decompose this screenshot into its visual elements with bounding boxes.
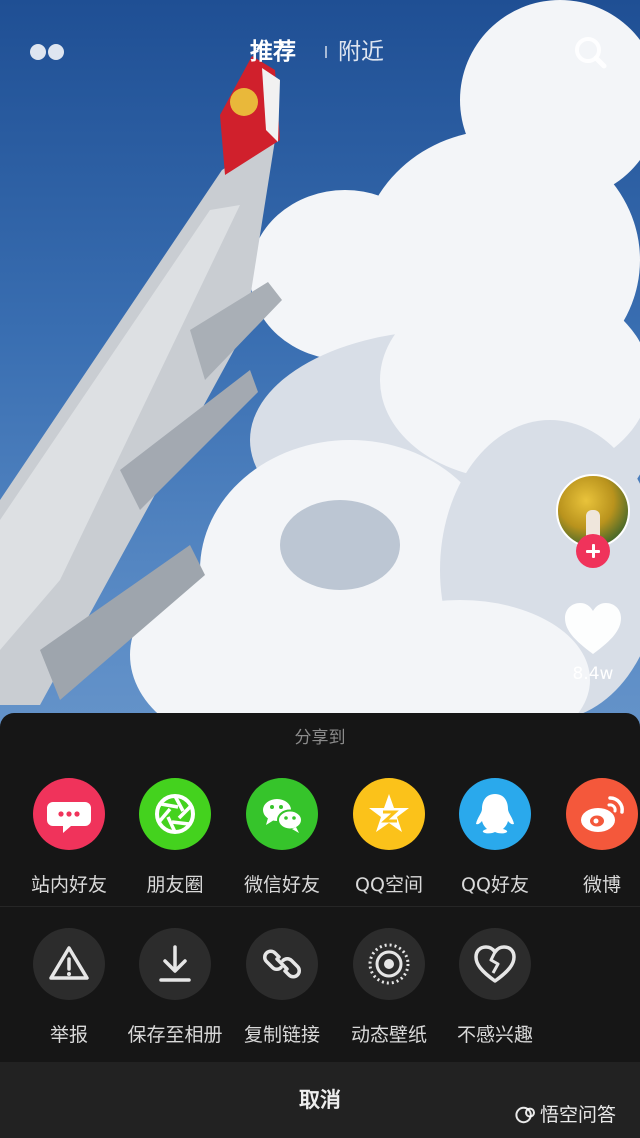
sheet-divider	[0, 906, 640, 907]
share-target-label: QQ好友	[461, 874, 529, 896]
follow-plus-button[interactable]	[576, 534, 610, 568]
share-sheet-title: 分享到	[294, 728, 346, 748]
live-wallpaper-icon	[353, 928, 425, 1000]
action-label: 动态壁纸	[350, 1024, 427, 1046]
action-not-interested[interactable]: 不感兴趣	[440, 928, 550, 1047]
share-target-label: QQ空间	[355, 874, 423, 896]
share-target-wechat-friends[interactable]: 微信好友	[227, 778, 337, 897]
weibo-icon	[566, 778, 638, 850]
action-label: 举报	[49, 1024, 88, 1046]
tab-divider	[325, 46, 327, 58]
action-report[interactable]: 举报	[14, 928, 124, 1047]
wechat-icon	[246, 778, 318, 850]
aperture-icon	[139, 778, 211, 850]
top-bar: 推荐 附近	[0, 0, 640, 104]
action-live-wallpaper[interactable]: 动态壁纸	[334, 928, 444, 1047]
author-avatar-group	[556, 474, 630, 568]
action-save-to-album[interactable]: 保存至相册	[120, 928, 230, 1047]
share-target-weibo[interactable]: 微博	[547, 778, 640, 897]
warning-icon	[33, 928, 105, 1000]
tab-recommended[interactable]: 推荐	[250, 36, 296, 68]
broken-heart-icon	[459, 928, 531, 1000]
action-label: 复制链接	[243, 1024, 320, 1046]
share-target-qzone[interactable]: QQ空间	[334, 778, 444, 897]
share-target-in-app-friends[interactable]: 站内好友	[14, 778, 124, 897]
share-target-qq-friends[interactable]: QQ好友	[440, 778, 550, 897]
like-count: 8.4w	[572, 664, 614, 684]
chat-bubble-icon	[33, 778, 105, 850]
action-copy-link[interactable]: 复制链接	[227, 928, 337, 1047]
wukong-logo-icon	[515, 1106, 535, 1124]
share-target-label: 朋友圈	[146, 874, 204, 896]
share-target-label: 微博	[582, 874, 621, 896]
qq-penguin-icon	[459, 778, 531, 850]
heart-icon[interactable]	[564, 602, 622, 656]
share-target-moments[interactable]: 朋友圈	[120, 778, 230, 897]
watermark-text: 悟空问答	[540, 1104, 617, 1126]
search-icon[interactable]	[572, 34, 608, 70]
share-target-label: 微信好友	[243, 874, 320, 896]
live-dots-icon[interactable]	[30, 42, 68, 62]
action-label: 保存至相册	[127, 1024, 223, 1046]
download-icon	[139, 928, 211, 1000]
qzone-star-icon	[353, 778, 425, 850]
tab-nearby[interactable]: 附近	[338, 36, 384, 68]
action-label: 不感兴趣	[456, 1024, 533, 1046]
share-target-label: 站内好友	[30, 874, 107, 896]
link-icon	[246, 928, 318, 1000]
